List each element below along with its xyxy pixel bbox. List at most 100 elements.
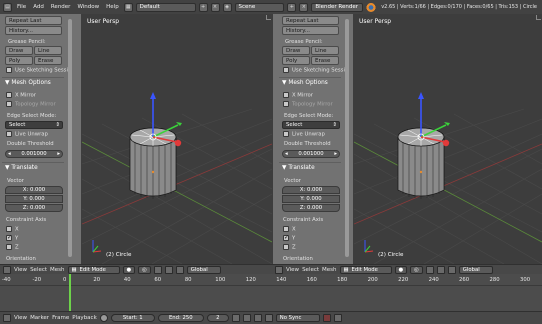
constraint-y-checkbox[interactable]: Y: [283, 235, 295, 242]
constraint-z-checkbox[interactable]: Z: [6, 244, 19, 251]
rotate-manipulator-icon[interactable]: [175, 265, 184, 274]
erase-button[interactable]: Erase: [34, 56, 62, 65]
viewport-shading-dropdown[interactable]: ●: [122, 265, 136, 274]
mode-dropdown[interactable]: ▦ Edit Mode: [67, 265, 120, 274]
mesh-options-panel-header[interactable]: ▼ Mesh Options: [282, 80, 328, 86]
timeline-editor[interactable]: -40 -20 0 20 40 60 80 100 120 140 160 180 200 220 240 2…: [0, 274, 542, 311]
history-button[interactable]: History...: [282, 26, 339, 35]
live-unwrap-checkbox[interactable]: Live Unwrap: [6, 131, 48, 138]
translate-panel-header[interactable]: ▼ Translate: [5, 165, 38, 171]
add-layout-button[interactable]: +: [198, 2, 208, 12]
preview-range-icon[interactable]: [99, 314, 108, 322]
playback-menu[interactable]: Playback: [72, 315, 97, 321]
menu-file[interactable]: File: [15, 4, 28, 10]
mesh-menu[interactable]: Mesh: [50, 267, 64, 273]
orientation-dropdown[interactable]: Global: [458, 265, 493, 274]
pivot-dropdown[interactable]: ◎: [410, 265, 423, 274]
screen-layout-icon[interactable]: ▦: [123, 2, 133, 12]
constraint-y-checkbox[interactable]: Y: [6, 235, 18, 242]
vector-x-field[interactable]: X: 0.000: [5, 186, 63, 194]
translate-panel-header[interactable]: ▼ Translate: [282, 165, 315, 171]
vector-y-field[interactable]: Y: 0.000: [282, 195, 340, 203]
viewport-shading-dropdown[interactable]: ●: [394, 265, 408, 274]
timeline-view-menu[interactable]: View: [14, 315, 27, 321]
manipulator-toggle-icon[interactable]: [153, 265, 162, 274]
mesh-menu[interactable]: Mesh: [322, 267, 336, 273]
tool-shelf-scrollbar[interactable]: [68, 19, 72, 257]
erase-button[interactable]: Erase: [311, 56, 339, 65]
orientation-dropdown[interactable]: Global: [186, 265, 221, 274]
sync-dropdown[interactable]: No Sync: [275, 314, 320, 322]
edge-select-dropdown[interactable]: Select ⇕: [282, 121, 340, 129]
view-menu[interactable]: View: [14, 267, 27, 273]
editor-type-icon[interactable]: ▤: [3, 2, 12, 12]
repeat-last-button[interactable]: Repeat Last: [282, 16, 339, 25]
topology-mirror-checkbox[interactable]: Topology Mirror: [283, 101, 333, 108]
use-sketching-checkbox[interactable]: Use Sketching Sessi: [283, 67, 345, 74]
scene-dropdown[interactable]: Scene: [234, 2, 285, 12]
draw-button[interactable]: Draw: [282, 46, 310, 55]
history-button[interactable]: History...: [5, 26, 62, 35]
viewport-left[interactable]: User Persp (2) Circle: [82, 14, 272, 264]
rotate-manipulator-icon[interactable]: [447, 265, 456, 274]
double-threshold-field[interactable]: ◂ 0.001000 ▸: [5, 150, 63, 158]
viewport-right[interactable]: User Persp (2) Circle: [354, 14, 542, 264]
mesh-options-panel-header[interactable]: ▼ Mesh Options: [5, 80, 51, 86]
constraint-z-checkbox[interactable]: Z: [283, 244, 296, 251]
x-mirror-checkbox[interactable]: X Mirror: [6, 92, 36, 99]
editor-type-icon[interactable]: [3, 314, 11, 322]
start-frame-field[interactable]: Start: 1: [110, 314, 155, 322]
play-icon[interactable]: [253, 314, 262, 322]
edge-select-dropdown[interactable]: Select ⇕: [5, 121, 63, 129]
jump-end-icon[interactable]: [264, 314, 273, 322]
constraint-x-checkbox[interactable]: X: [283, 226, 296, 233]
vector-z-field[interactable]: Z: 0.000: [5, 204, 63, 212]
poly-button[interactable]: Poly: [282, 56, 310, 65]
use-sketching-checkbox[interactable]: Use Sketching Sessi: [6, 67, 68, 74]
scene-icon[interactable]: ◈: [222, 2, 232, 12]
area-split-handle-icon[interactable]: [536, 15, 541, 20]
mode-dropdown[interactable]: ▦ Edit Mode: [339, 265, 392, 274]
topology-mirror-checkbox[interactable]: Topology Mirror: [6, 101, 56, 108]
record-icon[interactable]: [322, 314, 331, 322]
jump-start-icon[interactable]: [231, 314, 240, 322]
constraint-x-checkbox[interactable]: X: [6, 226, 19, 233]
area-split-handle-icon[interactable]: [266, 15, 271, 20]
repeat-last-button[interactable]: Repeat Last: [5, 16, 62, 25]
keying-set-icon[interactable]: [333, 314, 342, 322]
select-menu[interactable]: Select: [30, 267, 47, 273]
marker-menu[interactable]: Marker: [30, 315, 49, 321]
screen-layout-dropdown[interactable]: Default: [135, 2, 196, 12]
translate-manipulator-icon[interactable]: [436, 265, 445, 274]
current-frame-field[interactable]: 2: [206, 314, 229, 322]
vector-y-field[interactable]: Y: 0.000: [5, 195, 63, 203]
frame-menu[interactable]: Frame: [52, 315, 69, 321]
remove-scene-button[interactable]: ×: [299, 2, 309, 12]
menu-help[interactable]: Help: [104, 4, 121, 10]
vector-z-field[interactable]: Z: 0.000: [282, 204, 340, 212]
select-menu[interactable]: Select: [302, 267, 319, 273]
poly-button[interactable]: Poly: [5, 56, 33, 65]
line-button[interactable]: Line: [311, 46, 339, 55]
editor-type-icon[interactable]: [3, 265, 11, 274]
view-menu[interactable]: View: [286, 267, 299, 273]
manipulator-toggle-icon[interactable]: [425, 265, 434, 274]
pivot-dropdown[interactable]: ◎: [138, 265, 151, 274]
x-mirror-checkbox[interactable]: X Mirror: [283, 92, 313, 99]
remove-layout-button[interactable]: ×: [210, 2, 220, 12]
render-engine-dropdown[interactable]: Blender Render: [311, 2, 364, 12]
play-reverse-icon[interactable]: [242, 314, 251, 322]
current-frame-cursor[interactable]: [69, 274, 72, 311]
menu-add[interactable]: Add: [31, 4, 46, 10]
add-scene-button[interactable]: +: [287, 2, 297, 12]
menu-render[interactable]: Render: [49, 4, 73, 10]
vector-x-field[interactable]: X: 0.000: [282, 186, 340, 194]
end-frame-field[interactable]: End: 250: [157, 314, 204, 322]
translate-manipulator-icon[interactable]: [164, 265, 173, 274]
double-threshold-field[interactable]: ◂ 0.001000 ▸: [282, 150, 340, 158]
editor-type-icon[interactable]: [275, 265, 283, 274]
menu-window[interactable]: Window: [75, 4, 101, 10]
line-button[interactable]: Line: [34, 46, 62, 55]
draw-button[interactable]: Draw: [5, 46, 33, 55]
live-unwrap-checkbox[interactable]: Live Unwrap: [283, 131, 325, 138]
